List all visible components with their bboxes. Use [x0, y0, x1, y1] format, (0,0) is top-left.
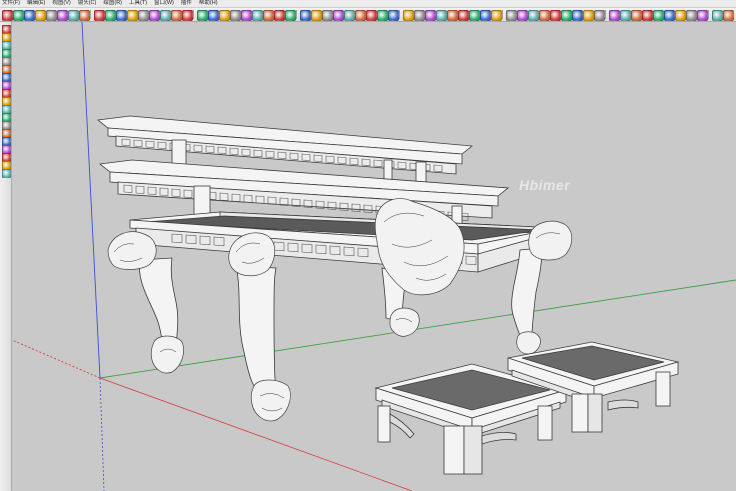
blue-axis — [81, 22, 101, 379]
move-icon[interactable] — [263, 10, 274, 21]
text-icon[interactable] — [675, 10, 686, 21]
select-icon[interactable] — [182, 10, 193, 21]
eraser-icon[interactable] — [561, 10, 572, 21]
offset-icon[interactable] — [469, 10, 480, 21]
model-canvas — [12, 22, 736, 491]
arc-icon[interactable] — [594, 10, 605, 21]
menu-item[interactable]: 帮助(H) — [197, 0, 220, 7]
toolbar-separator — [296, 10, 297, 19]
select-icon[interactable] — [2, 10, 13, 21]
menu-item[interactable]: 编辑(E) — [25, 0, 47, 7]
rotate-icon[interactable] — [642, 10, 653, 21]
push-pull-icon[interactable] — [68, 10, 79, 21]
eraser-icon[interactable] — [13, 10, 24, 21]
move-icon[interactable] — [447, 10, 458, 21]
zoom-extents-icon[interactable] — [723, 10, 734, 21]
paint-bucket-icon[interactable] — [572, 10, 583, 21]
pan-icon[interactable] — [149, 10, 160, 21]
toolbar-separator — [708, 10, 709, 19]
orbit-icon[interactable] — [506, 10, 517, 21]
text-icon[interactable] — [311, 10, 322, 21]
zoom-icon[interactable] — [528, 10, 539, 21]
paint-bucket-icon[interactable] — [208, 10, 219, 21]
toolbar-separator — [193, 10, 194, 19]
tape-measure-icon[interactable] — [480, 10, 491, 21]
toolbar-separator — [399, 10, 400, 19]
menu-item[interactable]: 工具(T) — [127, 0, 149, 7]
orbit-icon[interactable] — [322, 10, 333, 21]
menu-item[interactable]: 窗口(W) — [152, 0, 176, 7]
rotate-icon[interactable] — [274, 10, 285, 21]
menu-item[interactable]: 绘图(R) — [101, 0, 124, 7]
pan-icon[interactable] — [697, 10, 708, 21]
text-icon[interactable] — [491, 10, 502, 21]
leg-front-left — [235, 265, 277, 395]
offset-icon[interactable] — [105, 10, 116, 21]
line-icon[interactable] — [403, 10, 414, 21]
menu-item[interactable]: 文件(F) — [0, 0, 22, 7]
3d-viewport[interactable]: Hbimer — [12, 22, 736, 491]
pan-icon[interactable] — [517, 10, 528, 21]
offset-icon[interactable] — [653, 10, 664, 21]
zoom-icon[interactable] — [160, 10, 171, 21]
push-pull-icon[interactable] — [436, 10, 447, 21]
zoom-extents-icon[interactable] — [171, 10, 182, 21]
move-icon[interactable] — [79, 10, 90, 21]
tape-measure-icon[interactable] — [300, 10, 311, 21]
select-icon[interactable] — [366, 10, 377, 21]
zoom-extents-icon[interactable] — [539, 10, 550, 21]
left-toolbar — [0, 22, 12, 491]
orbit-icon[interactable] — [138, 10, 149, 21]
tape-measure-icon[interactable] — [116, 10, 127, 21]
line-icon[interactable] — [35, 10, 46, 21]
arc-icon[interactable] — [414, 10, 425, 21]
blue-axis-dotted — [99, 377, 105, 491]
rectangle-icon[interactable] — [57, 10, 68, 21]
menu-item[interactable]: 镜头(C) — [76, 0, 99, 7]
rectangle-icon[interactable] — [241, 10, 252, 21]
pan-icon[interactable] — [333, 10, 344, 21]
leg-back-right — [511, 247, 543, 343]
line-icon[interactable] — [219, 10, 230, 21]
tape-measure-icon[interactable] — [664, 10, 675, 21]
rotate-icon[interactable] — [94, 10, 105, 21]
orbit-icon[interactable] — [686, 10, 697, 21]
move-icon[interactable] — [631, 10, 642, 21]
toolbar-separator — [502, 10, 503, 19]
eraser-icon[interactable] — [377, 10, 388, 21]
arc-icon[interactable] — [46, 10, 57, 21]
menu-item[interactable]: 插件 — [179, 0, 194, 7]
red-axis — [12, 339, 101, 379]
zoom-icon[interactable] — [712, 10, 723, 21]
top-toolbar — [0, 8, 736, 22]
line-icon[interactable] — [583, 10, 594, 21]
menu-bar: 文件(F) 编辑(E) 视图(V) 镜头(C) 绘图(R) 工具(T) 窗口(W) 插件 帮助(… — [0, 0, 736, 8]
watermark: Hbimer — [519, 177, 571, 193]
select-icon[interactable] — [550, 10, 561, 21]
push-pull-icon[interactable] — [252, 10, 263, 21]
offset-icon[interactable] — [285, 10, 296, 21]
toolbar-separator — [90, 10, 91, 19]
paint-bucket-icon[interactable] — [388, 10, 399, 21]
rotate-icon[interactable] — [458, 10, 469, 21]
rectangle-icon[interactable] — [425, 10, 436, 21]
toolbar-separator — [605, 10, 606, 19]
zoom-extents-icon[interactable] — [355, 10, 366, 21]
section-plane-icon[interactable] — [2, 169, 11, 178]
arc-icon[interactable] — [230, 10, 241, 21]
paint-bucket-icon[interactable] — [24, 10, 35, 21]
rectangle-icon[interactable] — [609, 10, 620, 21]
eraser-icon[interactable] — [197, 10, 208, 21]
text-icon[interactable] — [127, 10, 138, 21]
zoom-icon[interactable] — [344, 10, 355, 21]
menu-item[interactable]: 视图(V) — [50, 0, 72, 7]
push-pull-icon[interactable] — [620, 10, 631, 21]
